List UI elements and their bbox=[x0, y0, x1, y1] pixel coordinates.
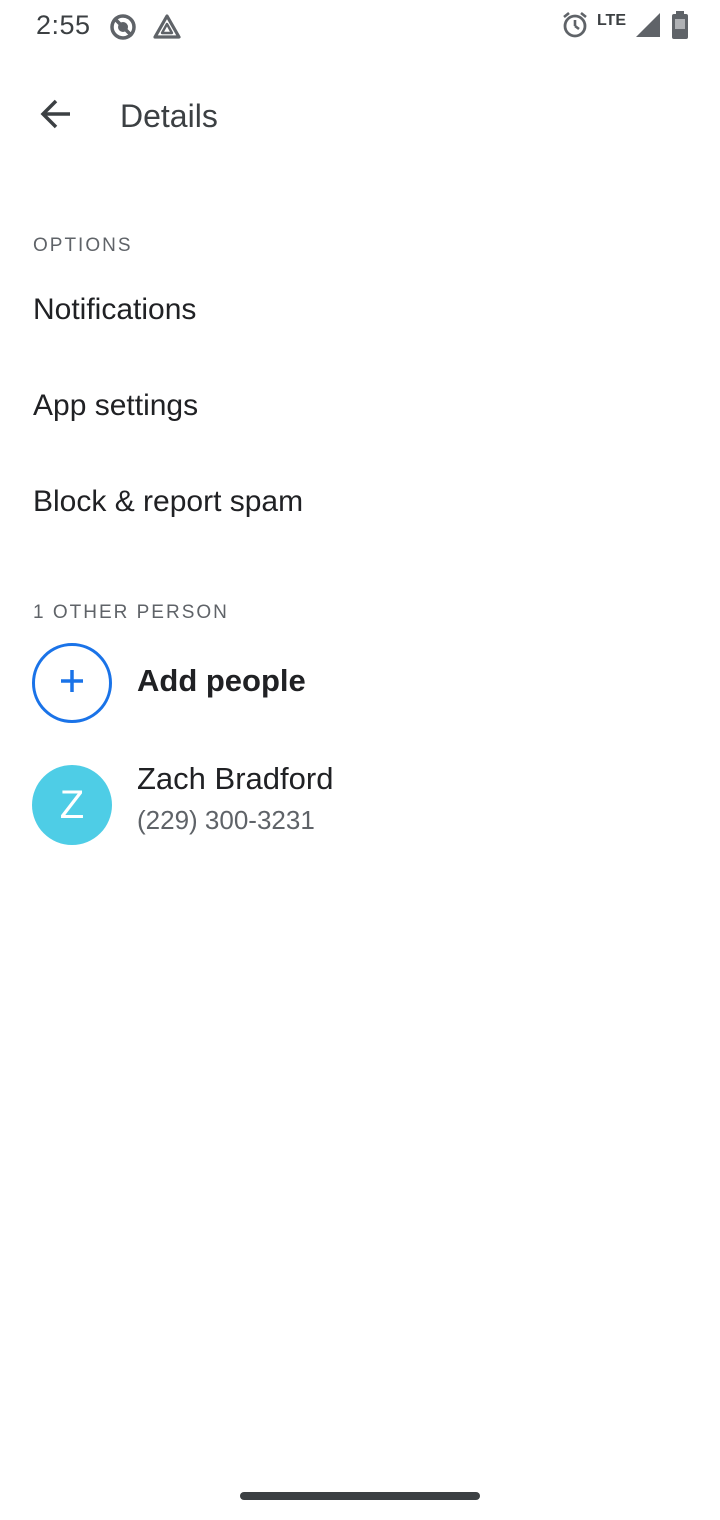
people-header: 1 OTHER PERSON bbox=[33, 602, 229, 623]
add-people-button[interactable]: Add people bbox=[0, 633, 720, 733]
contact-name: Zach Bradford bbox=[137, 761, 334, 796]
battery-icon bbox=[670, 10, 690, 45]
contact-row[interactable]: Z Zach Bradford (229) 300-3231 bbox=[0, 755, 720, 855]
option-label: App settings bbox=[33, 389, 199, 422]
status-icons: LTE bbox=[561, 10, 690, 44]
signal-icon bbox=[634, 11, 662, 44]
add-people-label: Add people bbox=[137, 663, 306, 698]
app-bar: Details bbox=[0, 72, 720, 162]
do-not-disturb-icon bbox=[108, 12, 138, 42]
drive-icon bbox=[152, 12, 182, 42]
option-label: Notifications bbox=[33, 293, 197, 326]
app-settings-option[interactable]: App settings bbox=[0, 361, 720, 451]
alarm-icon bbox=[561, 11, 589, 44]
option-label: Block & report spam bbox=[33, 485, 304, 518]
notifications-option[interactable]: Notifications bbox=[0, 265, 720, 355]
block-report-spam-option[interactable]: Block & report spam bbox=[0, 457, 720, 547]
page-title: Details bbox=[120, 98, 218, 134]
avatar: Z bbox=[32, 765, 112, 845]
plus-icon bbox=[57, 666, 87, 701]
back-button[interactable] bbox=[28, 88, 84, 144]
network-type: LTE bbox=[596, 12, 626, 29]
home-indicator[interactable] bbox=[240, 1492, 480, 1500]
status-time: 2:55 bbox=[36, 10, 91, 40]
contact-phone: (229) 300-3231 bbox=[137, 805, 315, 835]
arrow-back-icon bbox=[38, 96, 74, 137]
add-people-circle bbox=[32, 643, 112, 723]
options-header: OPTIONS bbox=[33, 235, 133, 256]
status-bar: 2:55 LTE bbox=[0, 0, 720, 54]
